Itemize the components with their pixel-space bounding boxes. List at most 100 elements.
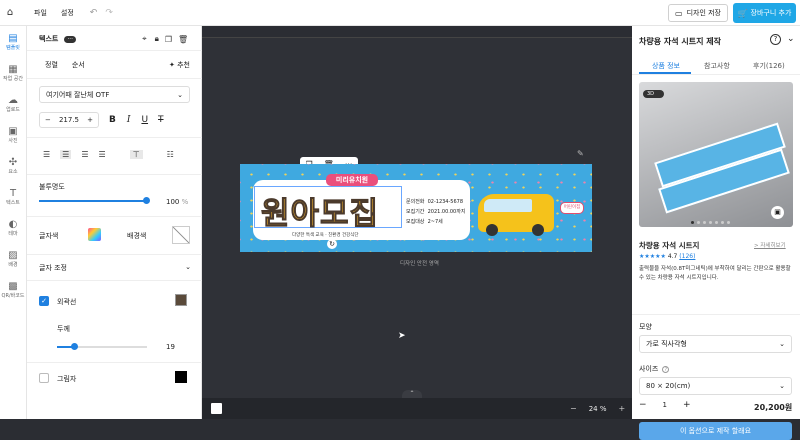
italic-icon[interactable]: I (127, 115, 131, 125)
thickness-value: 19 (166, 343, 175, 351)
minus-icon[interactable]: − (45, 116, 51, 124)
shadow-checkbox[interactable] (39, 373, 49, 383)
product-panel-title: 차량용 자석 시트지 제작 (639, 37, 721, 46)
collapse-handle[interactable]: ⌃ (402, 390, 422, 398)
recommend-label: 추천 (177, 61, 190, 69)
list-icon[interactable]: ☷ (167, 150, 174, 159)
font-select[interactable]: 여기어때 잘난체 OTF ⌄ (39, 86, 190, 103)
template-icon: ▤ (8, 32, 18, 44)
align-justify-icon[interactable]: ☰ (99, 150, 106, 159)
quantity-minus[interactable]: − (639, 400, 647, 410)
rail-label: 요소 (8, 168, 18, 175)
strikethrough-icon[interactable]: T (158, 115, 164, 125)
outline-checkbox[interactable]: ✓ (39, 296, 49, 306)
shadow-label: 그림자 (57, 375, 77, 383)
rail-item-theme[interactable]: ◐ 테마 (0, 212, 26, 243)
quantity-value[interactable]: 1 (663, 401, 667, 409)
design-canvas[interactable]: ✎ ❐ 🗑︎ ··· 미리유치원 원아모집 다양한 특색 교육 · 친환경 건강… (202, 26, 632, 419)
notes-icon[interactable]: ✎ (577, 149, 584, 158)
chevron-down-icon: ⌄ (185, 263, 191, 271)
info1-label: 문의전화 (406, 199, 425, 205)
info2-label: 모집기간 (406, 209, 425, 215)
banner-design[interactable]: 미리유치원 원아모집 다양한 특색 교육 · 친환경 건강식단 문의전화 02-… (240, 164, 592, 252)
rating: ★★★★★ 4.7 (126) (639, 253, 695, 260)
underline-icon[interactable]: U (141, 115, 148, 125)
chevron-down-icon: ⌄ (177, 90, 183, 99)
page-thumbnail[interactable] (211, 403, 222, 414)
add-to-cart-button[interactable]: 🛒 장바구니 추가 (733, 3, 796, 23)
tab-order[interactable]: 순서 (72, 60, 85, 70)
undo-icon[interactable]: ↶ (90, 8, 98, 18)
menu-settings[interactable]: 설정 (61, 8, 74, 18)
image-icon[interactable]: ▣ (771, 206, 784, 219)
redo-icon[interactable]: ↷ (105, 8, 113, 18)
opacity-slider-handle[interactable] (143, 197, 150, 204)
collapse-icon[interactable]: ⌄ (787, 34, 795, 44)
rotate-handle[interactable]: ↻ (327, 239, 337, 249)
home-icon[interactable]: ⌂ (0, 7, 20, 18)
rail-item-elements[interactable]: ✣ 요소 (0, 150, 26, 181)
rail-item-text[interactable]: T 텍스트 (0, 181, 26, 212)
opacity-slider[interactable] (39, 197, 150, 204)
shadow-color-swatch[interactable] (175, 371, 187, 383)
info-icon[interactable]: ? (662, 365, 670, 373)
rail-item-qr[interactable]: ▩ QR/바코드 (0, 274, 26, 305)
format-paint-icon[interactable]: ⌖ (142, 34, 147, 44)
text-adjust-label: 글자 조정 (39, 264, 67, 272)
photo-icon: ▣ (8, 125, 18, 137)
rail-label: 테마 (8, 230, 18, 237)
rail-label: 템플릿 (6, 44, 20, 51)
align-left-icon[interactable]: ☰ (43, 150, 50, 159)
rail-item-upload[interactable]: ☁ 업로드 (0, 88, 26, 119)
badge-3d[interactable]: 3D (643, 90, 665, 98)
font-size-value[interactable]: 217.5 (59, 116, 79, 124)
outline-color-swatch[interactable] (175, 294, 187, 306)
size-select[interactable]: 80 × 20(cm) ⌄ (639, 377, 792, 395)
zoom-level[interactable]: 24 % (589, 405, 607, 413)
help-icon[interactable]: ? (770, 34, 781, 45)
rail-item-background[interactable]: ▨ 배경 (0, 243, 26, 274)
font-size-stepper[interactable]: − 217.5 + (39, 112, 99, 128)
delete-icon[interactable]: 🗑︎ (178, 35, 188, 44)
save-design-button[interactable]: ▭ 디자인 저장 (668, 4, 728, 22)
elements-icon: ✣ (8, 156, 18, 168)
align-right-icon[interactable]: ☰ (81, 150, 88, 159)
thickness-slider-handle[interactable] (71, 343, 79, 350)
text-adjust-toggle[interactable]: 글자 조정 ⌄ (39, 263, 191, 273)
chevron-down-icon: ⌄ (779, 340, 785, 348)
align-center-icon[interactable]: ☰ (60, 149, 72, 159)
tab-product-info[interactable]: 상품 정보 (652, 61, 680, 71)
outline-label: 외곽선 (57, 298, 77, 306)
copy-icon[interactable]: ❐ (165, 35, 172, 44)
plus-icon[interactable]: + (87, 116, 93, 124)
text-color-swatch[interactable] (88, 228, 101, 241)
zoom-out-button[interactable]: − (570, 404, 577, 413)
bold-icon[interactable]: B (109, 115, 116, 125)
zoom-in-button[interactable]: + (619, 404, 626, 413)
thickness-slider[interactable] (57, 343, 147, 350)
shape-select[interactable]: 가로 직사각형 ⌄ (639, 335, 792, 353)
rail-item-template[interactable]: ▤ 템플릿 (0, 26, 26, 57)
banner-title[interactable]: 원아모집 (254, 186, 402, 233)
banner-subtitle: 다양한 특색 교육 · 친환경 건강식단 (292, 233, 359, 238)
recommend-button[interactable]: ✦ 추천 (169, 60, 190, 70)
more-icon[interactable]: ··· (64, 35, 77, 43)
bg-color-swatch[interactable] (172, 226, 190, 244)
quantity-plus[interactable]: + (683, 400, 691, 410)
order-button[interactable]: 이 옵션으로 제작 할래요 (639, 422, 792, 440)
menu-file[interactable]: 파일 (34, 8, 47, 18)
rail-item-workspace[interactable]: ▦ 작업 공간 (0, 57, 26, 88)
upload-icon: ☁ (8, 94, 18, 106)
lock-icon[interactable]: 🔒︎ (155, 34, 159, 44)
review-count[interactable]: (126) (679, 253, 695, 260)
vertical-align-top-icon[interactable]: ⊤ (129, 149, 143, 159)
thickness-label: 두께 (57, 325, 70, 333)
rail-item-photo[interactable]: ▣ 사진 (0, 119, 26, 150)
size-label: 사이즈 (639, 365, 659, 373)
tab-align[interactable]: 정렬 (45, 60, 58, 70)
chevron-down-icon: ⌄ (779, 382, 785, 390)
detail-link[interactable]: > 자세히보기 (754, 241, 786, 249)
tab-notes[interactable]: 참고사항 (704, 61, 730, 71)
carousel-dots[interactable] (689, 218, 731, 226)
tab-reviews[interactable]: 후기(126) (753, 61, 785, 71)
